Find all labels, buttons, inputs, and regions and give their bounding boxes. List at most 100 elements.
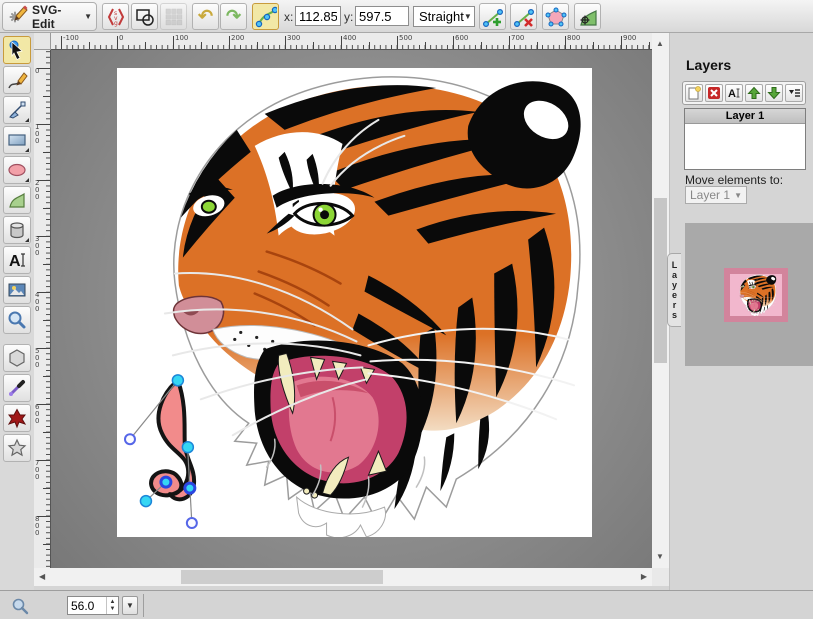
tool-path[interactable] [3, 186, 31, 214]
path-edit-mode-button[interactable] [252, 3, 279, 30]
openclose-path-button[interactable] [542, 3, 569, 30]
add-node-button[interactable] [479, 3, 506, 30]
h-ruler-label: 800 [567, 34, 580, 42]
h-ruler-label: 0 [119, 34, 123, 42]
svg-text:g: g [114, 20, 118, 27]
zoom-spinner[interactable]: ▲ ▼ [106, 597, 118, 614]
scroll-right-icon[interactable]: ▶ [641, 573, 647, 581]
submenu-indicator-icon [25, 178, 29, 182]
ruler-corner [34, 33, 51, 50]
status-bar: ▲ ▼ ▼ [0, 590, 813, 619]
svg-edit-window: SVG-Edit ▼ s v g [0, 0, 813, 619]
h-ruler-label: 900 [623, 34, 636, 42]
tool-pencil[interactable] [3, 66, 31, 94]
v-ruler-label: 5 0 0 [35, 348, 39, 369]
new-layer-button[interactable] [685, 84, 703, 102]
menu-dropdown-icon: ▼ [84, 12, 92, 21]
h-ruler-label: 100 [175, 34, 188, 42]
vertical-scrollbar-thumb[interactable] [654, 198, 667, 363]
v-ruler-label: 6 0 0 [35, 404, 39, 425]
main-toolbar: SVG-Edit ▼ s v g [0, 0, 813, 33]
tools-panel: A [0, 33, 34, 590]
undo-button[interactable]: ↶ [192, 3, 219, 30]
main-menu-label: SVG-Edit [32, 3, 81, 31]
h-ruler-label: 500 [399, 34, 412, 42]
h-ruler-label: 300 [287, 34, 300, 42]
scrollbar-corner [652, 568, 669, 586]
layer-list: Layer 1 [684, 108, 806, 170]
v-ruler-label: 0 [35, 68, 39, 75]
h-ruler-label: 200 [231, 34, 244, 42]
delete-node-button[interactable] [510, 3, 537, 30]
v-ruler-label: 3 0 0 [35, 236, 39, 257]
x-coordinate-label: x: [284, 10, 293, 24]
layers-panel-title: Layers [686, 57, 731, 73]
layers-panel: Layers A [669, 33, 813, 590]
horizontal-ruler: -10001002003004005006007008009001000 [51, 33, 652, 50]
document-properties-button[interactable] [131, 3, 158, 30]
zoom-icon [11, 597, 29, 615]
vertical-ruler: 01 0 02 0 03 0 04 0 05 0 06 0 07 0 08 0 … [34, 50, 51, 568]
scroll-down-icon[interactable]: ▼ [656, 553, 664, 561]
submenu-indicator-icon [25, 118, 29, 122]
submenu-indicator-icon [25, 148, 29, 152]
move-layer-down-button[interactable] [765, 84, 783, 102]
layer-more-button[interactable] [785, 84, 803, 102]
path-nodes[interactable] [125, 375, 197, 528]
h-ruler-label: -100 [63, 34, 79, 42]
horizontal-scrollbar-thumb[interactable] [181, 570, 383, 584]
source-code-button[interactable]: s v g [102, 3, 129, 30]
spinner-up-icon[interactable]: ▲ [110, 599, 116, 606]
move-elements-value: Layer 1 [690, 188, 730, 202]
svg-text:A: A [9, 253, 21, 270]
tool-star[interactable] [3, 434, 31, 462]
tool-image[interactable] [3, 276, 31, 304]
main-menu-button[interactable]: SVG-Edit ▼ [2, 2, 97, 31]
segment-type-value: Straight [419, 9, 464, 24]
move-elements-label: Move elements to: [685, 173, 783, 187]
horizontal-scrollbar[interactable]: ◀ ▶ [34, 568, 652, 586]
y-coordinate-label: y: [344, 10, 353, 24]
zoom-preset-dropdown[interactable]: ▼ [122, 596, 138, 615]
edited-path[interactable] [151, 380, 194, 499]
v-ruler-label: 1 0 0 [35, 124, 39, 145]
delete-layer-button[interactable] [705, 84, 723, 102]
tool-line[interactable] [3, 96, 31, 124]
tool-polygon[interactable] [3, 344, 31, 372]
move-elements-select[interactable]: Layer 1 ▼ [685, 186, 747, 204]
tool-shape-library[interactable] [3, 216, 31, 244]
tool-select[interactable] [3, 36, 31, 64]
preview-area [685, 223, 813, 366]
move-dropdown-icon: ▼ [734, 191, 742, 200]
x-coordinate-input[interactable] [295, 6, 341, 26]
tool-text[interactable]: A [3, 246, 31, 274]
drawing-canvas[interactable] [117, 68, 592, 537]
v-ruler-label: 8 0 0 [35, 516, 39, 537]
tool-zoom[interactable] [3, 306, 31, 334]
layer-buttons-row: A [682, 81, 806, 105]
h-ruler-label: 400 [343, 34, 356, 42]
segment-dropdown-icon: ▼ [464, 12, 472, 21]
y-coordinate-input[interactable] [355, 6, 409, 26]
tiger-illustration [165, 77, 581, 537]
layers-tab-handle[interactable]: L a y e r s [667, 253, 681, 327]
tool-ellipse[interactable] [3, 156, 31, 184]
tool-connector[interactable] [3, 404, 31, 432]
v-ruler-label: 7 0 0 [35, 460, 39, 481]
v-ruler-label: 2 0 0 [35, 180, 39, 201]
scroll-left-icon[interactable]: ◀ [39, 573, 45, 581]
convert-to-path-button[interactable] [574, 3, 601, 30]
redo-button[interactable]: ↷ [220, 3, 247, 30]
edit-path-overlay[interactable] [125, 375, 197, 528]
scroll-up-icon[interactable]: ▲ [656, 40, 664, 48]
move-layer-up-button[interactable] [745, 84, 763, 102]
grid-snap-button[interactable] [160, 3, 187, 30]
submenu-indicator-icon [25, 238, 29, 242]
segment-type-select[interactable]: Straight ▼ [413, 6, 475, 27]
rename-layer-button[interactable]: A [725, 84, 743, 102]
tool-eyedropper[interactable] [3, 374, 31, 402]
tool-rectangle[interactable] [3, 126, 31, 154]
spinner-down-icon[interactable]: ▼ [110, 606, 116, 613]
selection-thumbnail [730, 274, 782, 316]
layer-row-selected[interactable]: Layer 1 [685, 109, 805, 124]
